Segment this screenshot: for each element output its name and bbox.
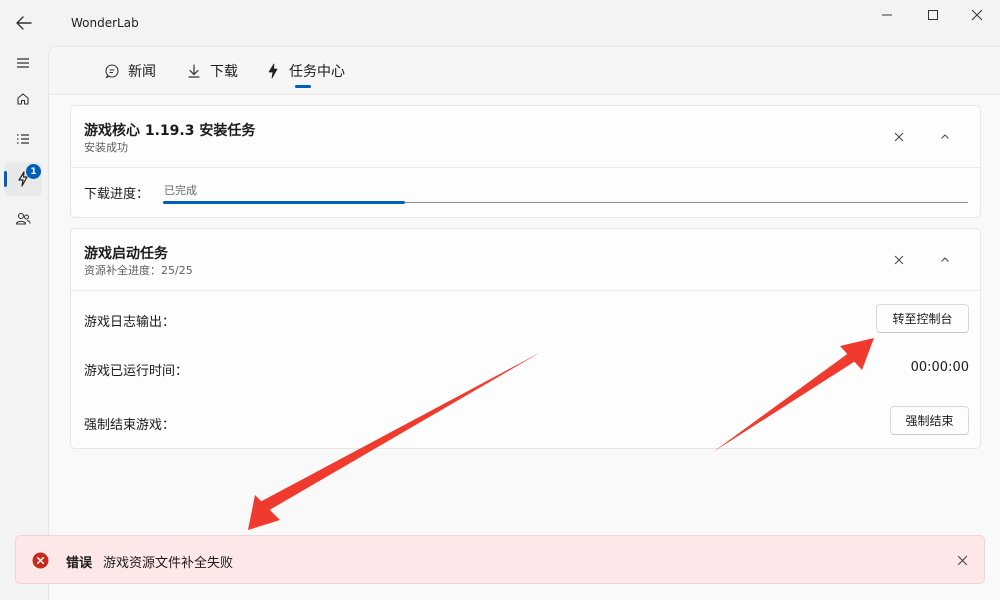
minimize-icon (882, 14, 892, 16)
minimize-button[interactable] (864, 0, 910, 30)
progress-status: 已完成 (164, 184, 197, 197)
install-task-title: 游戏核心 1.19.3 安装任务 (84, 123, 256, 139)
download-progress-label: 下载进度： (84, 187, 150, 202)
tab-label: 任务中心 (289, 64, 345, 80)
tab-task-center[interactable]: 任务中心 (264, 59, 345, 83)
install-task-header: 游戏核心 1.19.3 安装任务 安装成功 (71, 106, 980, 168)
download-icon (185, 62, 203, 80)
error-message: 游戏资源文件补全失败 (103, 556, 234, 571)
close-icon (894, 255, 904, 265)
go-to-console-button[interactable]: 转至控制台 (876, 304, 969, 333)
game-log-label: 游戏日志输出： (84, 315, 176, 330)
launch-task-card: 游戏启动任务 资源补全进度：25/25 游戏日志输出： 转至控制台 游戏已运行时… (70, 228, 981, 449)
people-icon (15, 212, 31, 225)
tab-selected-indicator (295, 85, 311, 88)
runtime-label: 游戏已运行时间： (84, 364, 189, 379)
close-icon (971, 9, 983, 21)
back-button[interactable] (8, 8, 40, 38)
error-title: 错误 (66, 556, 93, 571)
tab-news[interactable]: 新闻 (103, 59, 156, 83)
close-icon (957, 555, 967, 565)
tab-download[interactable]: 下载 (185, 59, 238, 83)
error-icon (32, 552, 49, 569)
progress-fill (163, 201, 405, 204)
nav-rail (0, 46, 48, 600)
nav-item-accounts[interactable] (4, 202, 42, 236)
nav-item-list[interactable] (4, 122, 42, 156)
force-kill-label: 强制结束游戏： (84, 418, 176, 433)
install-task-card: 游戏核心 1.19.3 安装任务 安装成功 下载进度： 已完成 (70, 105, 981, 218)
launch-task-subtitle: 资源补全进度：25/25 (84, 264, 193, 277)
chat-icon (103, 62, 121, 80)
main-content: 新闻 下载 任务中心 游戏核心 1.19.3 安装任务 安装成功 下载进度： 已… (48, 46, 1000, 600)
close-icon (894, 132, 904, 142)
collapse-button[interactable] (933, 125, 957, 149)
list-icon (17, 134, 29, 144)
menu-toggle-button[interactable] (4, 46, 42, 80)
title-bar: WonderLab (0, 0, 1000, 46)
collapse-button[interactable] (933, 248, 957, 272)
task-count-badge: 1 (26, 164, 41, 179)
tab-label: 下载 (210, 64, 238, 80)
chevron-up-icon (941, 134, 949, 139)
error-infobar: 错误 游戏资源文件补全失败 (15, 535, 985, 584)
lightning-icon (264, 62, 282, 80)
app-title: WonderLab (71, 16, 139, 30)
dismiss-error-button[interactable] (950, 548, 974, 572)
home-icon (17, 93, 29, 105)
maximize-button[interactable] (910, 0, 956, 30)
force-kill-button[interactable]: 强制结束 (890, 406, 969, 435)
maximize-icon (928, 10, 938, 20)
launch-task-header: 游戏启动任务 资源补全进度：25/25 (71, 229, 980, 291)
install-task-subtitle: 安装成功 (84, 141, 128, 154)
tab-bar: 新闻 下载 任务中心 (49, 47, 1000, 95)
download-progress-bar (163, 201, 968, 204)
launch-task-title: 游戏启动任务 (84, 246, 168, 262)
chevron-up-icon (941, 257, 949, 262)
remove-task-button[interactable] (887, 125, 911, 149)
remove-task-button[interactable] (887, 248, 911, 272)
close-window-button[interactable] (954, 0, 1000, 30)
hamburger-icon (17, 58, 29, 68)
nav-selection-indicator (4, 171, 7, 187)
tab-label: 新闻 (128, 64, 156, 80)
runtime-value: 00:00:00 (910, 360, 969, 375)
nav-item-home[interactable] (4, 82, 42, 116)
arrow-left-icon (16, 16, 32, 30)
